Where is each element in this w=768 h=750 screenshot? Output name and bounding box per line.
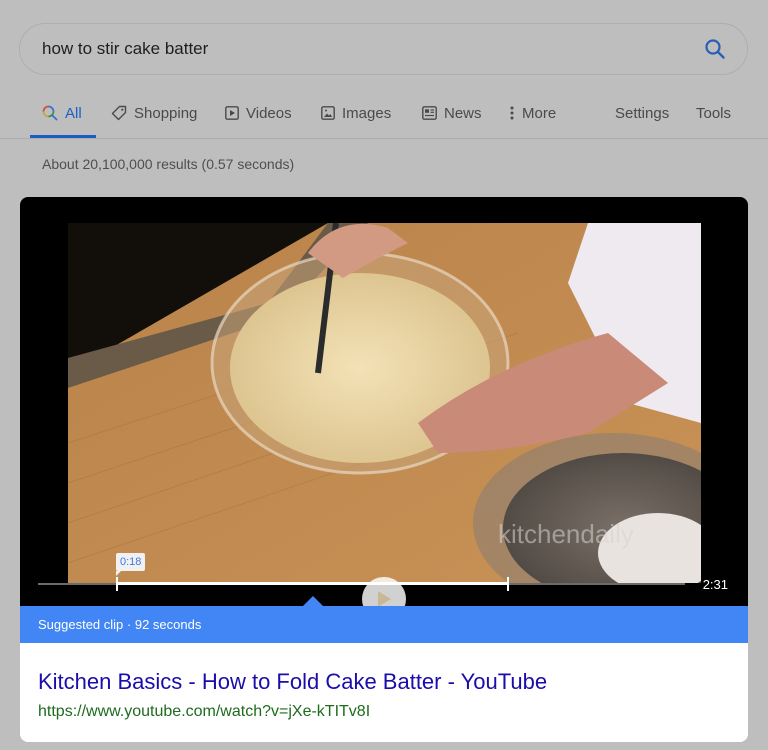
search-multicolor-icon: [42, 105, 58, 121]
tab-label: Images: [342, 104, 392, 122]
tab-videos[interactable]: Videos: [225, 103, 292, 123]
tag-icon: [111, 105, 127, 121]
result-stats: About 20,100,000 results (0.57 seconds): [42, 156, 295, 172]
more-vert-icon: [510, 106, 514, 120]
search-box: [19, 23, 748, 75]
tab-label: All: [65, 104, 82, 122]
search-tabs: All Shopping Videos Images News More Set…: [0, 95, 768, 139]
clip-pointer: [303, 596, 323, 606]
tab-news[interactable]: News: [422, 103, 482, 123]
video-result-card: kitchendaily 0:18 2:31 Suggested clip · …: [20, 197, 748, 742]
search-input[interactable]: [42, 24, 642, 74]
clip-end-marker: [507, 577, 509, 591]
suggested-clip-bar: Suggested clip · 92 seconds: [20, 606, 748, 643]
search-button[interactable]: [703, 37, 727, 61]
video-player[interactable]: kitchendaily 0:18 2:31: [20, 197, 748, 621]
video-thumbnail: kitchendaily: [68, 223, 701, 583]
settings-label: Settings: [615, 104, 670, 122]
tab-all[interactable]: All: [42, 103, 82, 123]
tab-label: Videos: [246, 104, 292, 122]
tools-link[interactable]: Tools: [696, 103, 731, 123]
newspaper-icon: [422, 106, 437, 120]
tab-label: Shopping: [134, 104, 198, 122]
tab-label: More: [522, 104, 557, 122]
tab-images[interactable]: Images: [321, 103, 391, 123]
play-box-icon: [225, 106, 239, 120]
tab-label: News: [444, 104, 482, 122]
tab-shopping[interactable]: Shopping: [111, 103, 197, 123]
suggested-clip-range: [116, 582, 508, 585]
watermark: kitchendaily: [498, 519, 634, 549]
clip-start-time: 0:18: [116, 553, 146, 576]
settings-link[interactable]: Settings: [615, 103, 669, 123]
search-icon: [705, 39, 725, 59]
clip-start-marker: [116, 577, 118, 591]
video-duration: 2:31: [702, 577, 728, 592]
tabs-divider: [0, 138, 768, 139]
tab-more[interactable]: More: [509, 103, 556, 123]
result-url: https://www.youtube.com/watch?v=jXe-kTIT…: [38, 703, 371, 720]
result-title-link[interactable]: Kitchen Basics - How to Fold Cake Batter…: [38, 669, 547, 695]
tools-label: Tools: [696, 104, 732, 122]
video-frame[interactable]: kitchendaily: [68, 223, 701, 583]
image-icon: [321, 106, 335, 120]
